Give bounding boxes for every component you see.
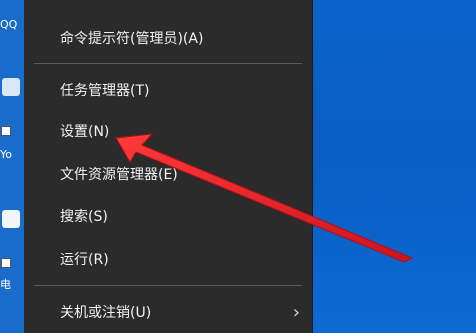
- annotation-arrow: [115, 133, 414, 263]
- screen: QQ Yo 电 命令提示符(管理员)(A) 任务管理器(T) 设置(N) 文件资…: [0, 0, 476, 333]
- annotation-arrow-shape: [115, 133, 414, 263]
